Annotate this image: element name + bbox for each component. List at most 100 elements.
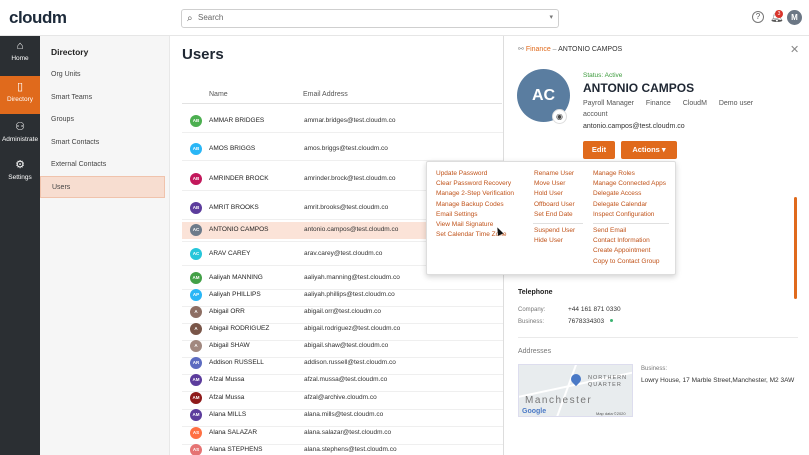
user-name[interactable]: Abigail ORR xyxy=(209,308,245,315)
user-name[interactable]: Alana MILLS xyxy=(209,411,246,418)
rail-item-home[interactable]: ⌂ Home xyxy=(0,36,40,74)
user-name[interactable]: Abigail SHAW xyxy=(209,342,250,349)
menu-item-manage-backup-codes[interactable]: Manage Backup Codes xyxy=(436,201,504,208)
table-row[interactable]: A Abigail SHAW abigail.shaw@test.cloudm.co xyxy=(182,338,504,358)
user-name[interactable]: Addison RUSSELL xyxy=(209,359,264,366)
breadcrumb-link[interactable]: Finance xyxy=(526,46,551,53)
rail-label: Administrate xyxy=(1,136,39,143)
map-area-label: NORTHERN QUARTER xyxy=(588,375,628,388)
chevron-down-icon[interactable]: ▾ xyxy=(549,13,553,21)
column-header-email[interactable]: Email Address xyxy=(303,91,348,98)
menu-item-delegate-access[interactable]: Delegate Access xyxy=(593,190,641,197)
user-name[interactable]: Abigail RODRIGUEZ xyxy=(209,325,269,332)
user-name[interactable]: ANTONIO CAMPOS xyxy=(209,226,268,233)
menu-item-hide-user[interactable]: Hide User xyxy=(534,237,563,244)
user-name[interactable]: AMOS BRIGGS xyxy=(209,145,255,152)
menu-item-email-settings[interactable]: Email Settings xyxy=(436,211,478,218)
user-name[interactable]: AMMAR BRIDGES xyxy=(209,117,264,124)
table-row[interactable]: AP Aaliyah PHILLIPS aaliyah.phillips@test.… xyxy=(182,287,504,307)
user-name[interactable]: Aaliyah MANNING xyxy=(209,274,263,281)
avatar: AP xyxy=(190,289,202,301)
menu-item-manage-roles[interactable]: Manage Roles xyxy=(593,170,635,177)
user-email: alana.stephens@test.cloudm.co xyxy=(304,446,397,453)
user-email: afzal.mussa@test.cloudm.co xyxy=(304,376,388,383)
avatar: A xyxy=(190,323,202,335)
actions-button[interactable]: Actions ▾ xyxy=(621,141,677,159)
menu-item-suspend-user[interactable]: Suspend User xyxy=(534,227,575,234)
menu-item-offboard-user[interactable]: Offboard User xyxy=(534,201,575,208)
help-icon[interactable]: ? xyxy=(752,11,764,23)
menu-item-clear-password-recovery[interactable]: Clear Password Recovery xyxy=(436,180,511,187)
status-badge: Status: Active xyxy=(583,72,623,79)
edit-button[interactable]: Edit xyxy=(583,141,615,159)
user-name[interactable]: Alana STEPHENS xyxy=(209,446,262,453)
column-header-name[interactable]: Name xyxy=(209,91,228,98)
map-credit: Map data ©2020 xyxy=(596,411,626,416)
menu-item-set-end-date[interactable]: Set End Date xyxy=(534,211,573,218)
dir-item-smart-teams[interactable]: Smart Teams xyxy=(40,87,165,109)
dir-item-org-units[interactable]: Org Units xyxy=(40,64,165,86)
panel-scrollbar[interactable] xyxy=(794,197,797,299)
menu-item-update-password[interactable]: Update Password xyxy=(436,170,487,177)
rail-item-directory[interactable]: ▯ Directory xyxy=(0,76,40,114)
user-name[interactable]: ARAV CAREY xyxy=(209,250,250,257)
department: Finance xyxy=(645,100,671,107)
table-row[interactable]: AS Alana STEPHENS alana.stephens@test.clou… xyxy=(182,442,504,455)
user-email: abigail.orr@test.cloudm.co xyxy=(304,308,382,315)
rail-label: Settings xyxy=(8,174,32,181)
table-row[interactable]: AB AMOS BRIGGS amos.briggs@test.cloudm.co xyxy=(182,141,504,161)
avatar: AC xyxy=(190,224,202,236)
header-divider xyxy=(182,103,502,104)
user-name[interactable]: AMRIT BROOKS xyxy=(209,204,259,211)
dir-item-smart-contacts[interactable]: Smart Contacts xyxy=(40,132,165,154)
user-name[interactable]: Afzal Mussa xyxy=(209,376,244,383)
notification-badge: 3 xyxy=(775,10,783,18)
menu-item-manage-2-step-verification[interactable]: Manage 2-Step Verification xyxy=(436,190,514,197)
close-icon[interactable]: ✕ xyxy=(790,43,799,56)
menu-item-inspect-configuration[interactable]: Inspect Configuration xyxy=(593,211,654,218)
table-row[interactable]: A Abigail RODRIGUEZ abigail.rodriguez@test… xyxy=(182,321,504,341)
user-email: alana.mills@test.cloudm.co xyxy=(304,411,384,418)
company: CloudM xyxy=(682,100,707,107)
table-row[interactable]: AM Afzal Mussa afzal.mussa@test.cloudm.co xyxy=(182,372,504,392)
dir-item-external-contacts[interactable]: External Contacts xyxy=(40,154,165,176)
table-row[interactable]: AS Alana SALAZAR alana.salazar@test.cloudm… xyxy=(182,425,504,445)
table-row[interactable]: AM Alana MILLS alana.mills@test.cloudm.co xyxy=(182,407,504,427)
camera-icon[interactable]: ◉ xyxy=(552,109,567,124)
dir-item-users[interactable]: Users xyxy=(40,176,165,198)
map-city-label: Manchester xyxy=(525,395,593,406)
app-logo[interactable]: cloudm xyxy=(9,8,67,28)
rail-item-settings[interactable]: ⚙ Settings xyxy=(0,154,40,192)
menu-item-manage-connected-apps[interactable]: Manage Connected Apps xyxy=(593,180,666,187)
user-email: abigail.shaw@test.cloudm.co xyxy=(304,342,389,349)
user-email: amrit.brooks@test.cloudm.co xyxy=(304,204,389,211)
menu-item-copy-to-contact-group[interactable]: Copy to Contact Group xyxy=(593,258,659,265)
addresses-title: Addresses xyxy=(518,348,552,355)
table-row[interactable]: AR Addison RUSSELL addison.russell@test.cl… xyxy=(182,355,504,375)
menu-item-create-appointment[interactable]: Create Appointment xyxy=(593,247,650,254)
user-name[interactable]: Aaliyah PHILLIPS xyxy=(209,291,261,298)
rail-item-administrate[interactable]: ⚇ Administrate xyxy=(0,116,40,154)
profile-email: antonio.campos@test.cloudm.co xyxy=(583,123,685,130)
user-name[interactable]: Alana SALAZAR xyxy=(209,429,257,436)
user-email: abigail.rodriguez@test.cloudm.co xyxy=(304,325,401,332)
user-name[interactable]: AMRINDER BROCK xyxy=(209,175,269,182)
menu-item-send-email[interactable]: Send Email xyxy=(593,227,626,234)
administrate-icon: ⚇ xyxy=(15,121,25,133)
address-map[interactable]: NORTHERN QUARTER Manchester Google Map d… xyxy=(518,364,633,417)
menu-item-move-user[interactable]: Move User xyxy=(534,180,565,187)
address-business-value: Lowry House, 17 Marble Street,Manchester… xyxy=(641,377,795,384)
menu-item-delegate-calendar[interactable]: Delegate Calendar xyxy=(593,201,647,208)
table-row[interactable]: A Abigail ORR abigail.orr@test.cloudm.co xyxy=(182,304,504,324)
dir-item-groups[interactable]: Groups xyxy=(40,109,165,131)
user-name[interactable]: Afzal Mussa xyxy=(209,394,244,401)
menu-item-contact-information[interactable]: Contact Information xyxy=(593,237,650,244)
search-input[interactable]: ⌕ Search ▾ xyxy=(181,9,559,28)
table-row[interactable]: AB AMMAR BRIDGES ammar.bridges@test.cloudm… xyxy=(182,113,504,133)
menu-item-hold-user[interactable]: Hold User xyxy=(534,190,563,197)
user-avatar[interactable]: M xyxy=(787,10,802,25)
menu-item-view-mail-signature[interactable]: View Mail Signature xyxy=(436,221,493,228)
business-phone-value: 7678334303 xyxy=(568,318,605,325)
table-row[interactable]: AM Afzal Mussa afzal@archive.cloudm.co xyxy=(182,390,504,410)
menu-item-rename-user[interactable]: Rename User xyxy=(534,170,574,177)
